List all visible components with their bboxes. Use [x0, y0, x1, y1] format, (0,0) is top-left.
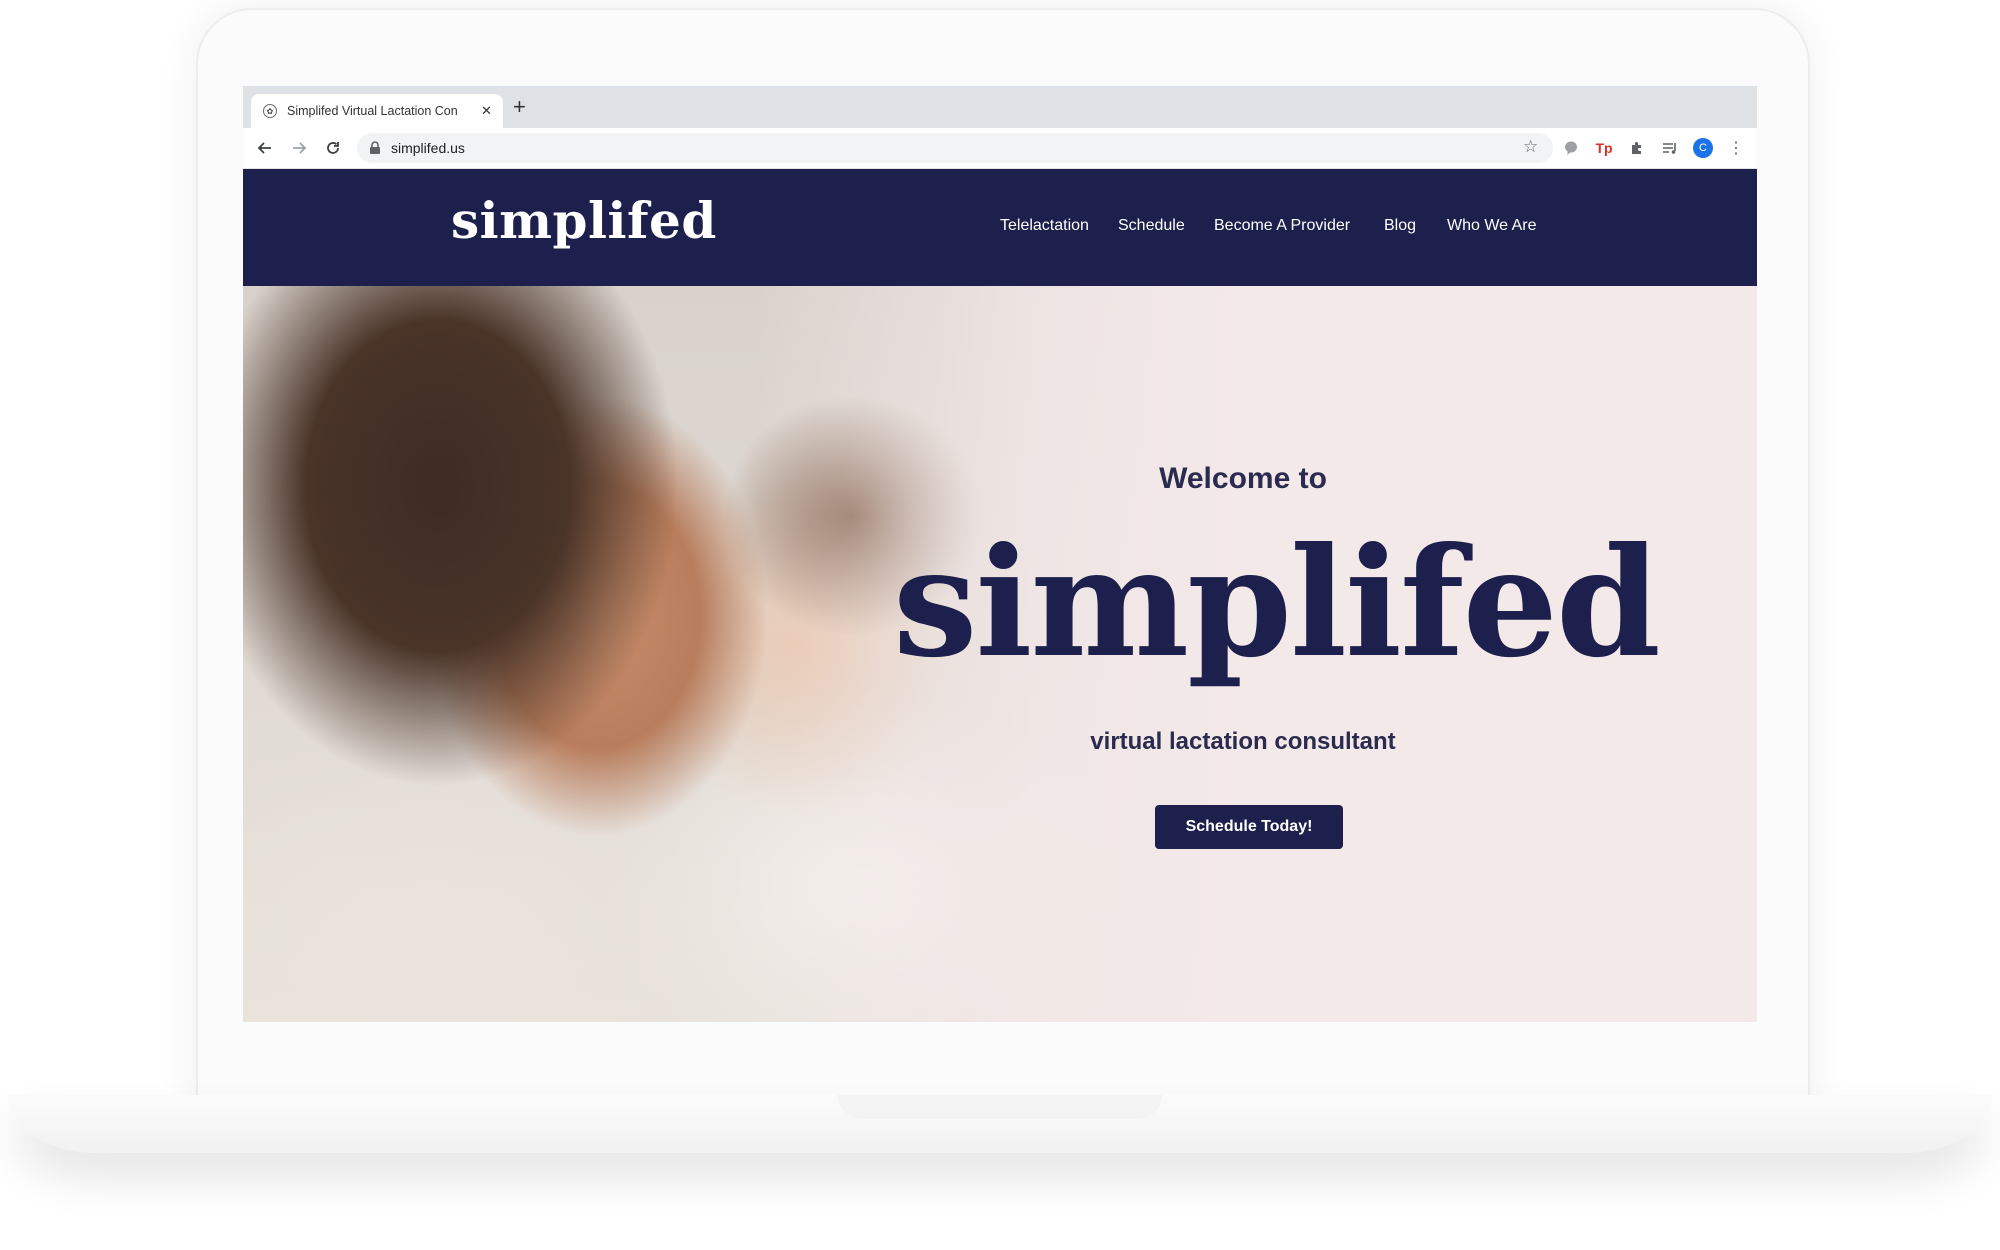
new-tab-button[interactable]: + — [513, 95, 526, 119]
main-navigation: Telelactation Schedule Become A Provider… — [243, 217, 1757, 241]
nav-item-telelactation[interactable]: Telelactation — [1000, 217, 1089, 235]
hero-welcome-text: Welcome to — [1159, 462, 1327, 495]
nav-item-blog[interactable]: Blog — [1384, 217, 1416, 235]
nav-item-become-a-provider[interactable]: Become A Provider — [1214, 217, 1350, 235]
reload-icon — [327, 142, 339, 154]
back-button[interactable] — [253, 136, 277, 160]
address-bar[interactable]: simplifed.us ☆ — [357, 133, 1553, 163]
bookmark-star-icon[interactable]: ☆ — [1523, 137, 1538, 157]
reading-list-icon[interactable] — [1659, 137, 1681, 159]
lock-icon — [370, 141, 380, 154]
browser-toolbar: simplifed.us ☆ Tp C ⋮ — [243, 128, 1757, 169]
puzzle-extensions-icon[interactable] — [1626, 137, 1648, 159]
hero-content: Welcome to simplifed virtual lactation c… — [893, 286, 1661, 1022]
chat-bubble-icon[interactable] — [1560, 137, 1582, 159]
tab-title: Simplifed Virtual Lactation Con — [287, 104, 458, 118]
avatar: C — [1693, 138, 1713, 158]
site-header: simplifed Telelactation Schedule Become … — [243, 169, 1757, 286]
browser-window: ✿ Simplifed Virtual Lactation Con ✕ + si… — [243, 86, 1757, 1022]
reload-button[interactable] — [321, 136, 345, 160]
nav-item-who-we-are[interactable]: Who We Are — [1447, 217, 1537, 235]
nav-item-schedule[interactable]: Schedule — [1118, 217, 1185, 235]
menu-kebab-icon[interactable]: ⋮ — [1725, 137, 1747, 159]
hero-brand-title: simplifed — [893, 515, 1661, 691]
chat-bubble-glyph — [1565, 141, 1577, 155]
profile-button[interactable]: C — [1692, 137, 1714, 159]
tab-strip: ✿ Simplifed Virtual Lactation Con ✕ + — [243, 86, 1757, 128]
back-arrow-icon — [257, 142, 271, 154]
close-tab-icon[interactable]: ✕ — [481, 103, 492, 119]
hero-tagline: virtual lactation consultant — [1090, 728, 1396, 755]
device-mockup: ✿ Simplifed Virtual Lactation Con ✕ + si… — [0, 0, 2000, 1250]
puzzle-glyph — [1632, 142, 1641, 154]
forward-button[interactable] — [287, 136, 311, 160]
forward-arrow-icon — [293, 142, 307, 154]
url-text: simplifed.us — [391, 140, 465, 156]
laptop-base-notch — [838, 1095, 1162, 1119]
hero-section: Welcome to simplifed virtual lactation c… — [243, 286, 1757, 1022]
schedule-today-button[interactable]: Schedule Today! — [1155, 805, 1343, 849]
tp-extension-icon[interactable]: Tp — [1593, 137, 1615, 159]
site-favicon-icon: ✿ — [263, 104, 277, 118]
reading-list-glyph — [1663, 143, 1676, 154]
browser-tab-active[interactable]: ✿ Simplifed Virtual Lactation Con ✕ — [251, 94, 503, 128]
